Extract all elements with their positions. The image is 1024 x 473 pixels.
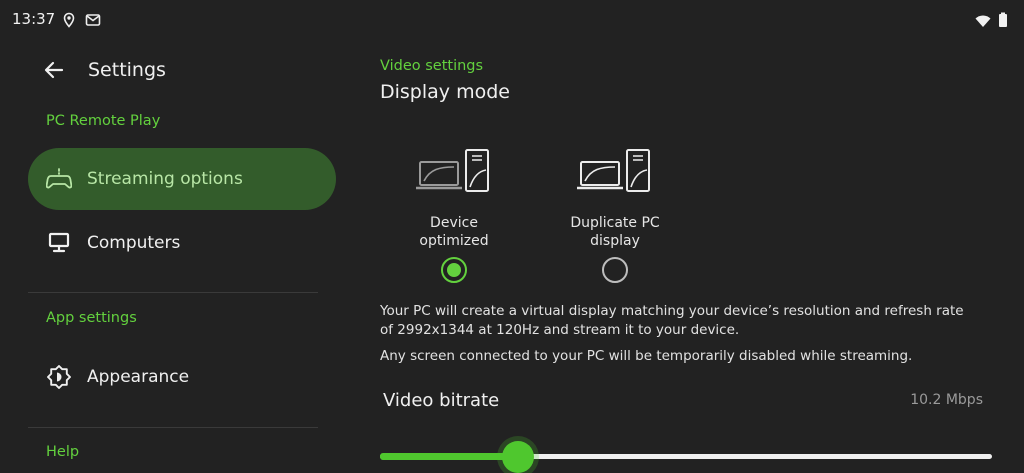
display-mode-heading: Display mode (380, 81, 510, 103)
mode-description: Your PC will create a virtual display ma… (380, 303, 964, 338)
mode-warning: Any screen connected to your PC will be … (380, 348, 913, 364)
slider-fill (380, 453, 518, 460)
radio-duplicate-pc-display[interactable] (602, 257, 628, 283)
video-bitrate-label: Video bitrate (383, 390, 500, 411)
radio-device-optimized[interactable] (441, 257, 467, 283)
wifi-icon (975, 15, 991, 27)
mode-caption-line: Duplicate PC (570, 215, 660, 231)
nav-title: Settings (88, 59, 166, 81)
settings-nav: Settings PC Remote Play Streaming option… (0, 40, 345, 473)
section-overline: Video settings (380, 58, 484, 74)
nav-divider (28, 292, 318, 293)
section-label-app-settings: App settings (46, 310, 137, 326)
back-arrow-icon[interactable] (42, 58, 66, 82)
section-label-pc-remote-play: PC Remote Play (46, 113, 161, 129)
nav-item-label: Appearance (87, 367, 190, 387)
screen: 13:37 Settings PC Remote Play Streaming … (0, 0, 1024, 473)
gamepad-icon (46, 168, 72, 189)
gmail-icon (85, 14, 101, 26)
nav-item-appearance[interactable]: Appearance (28, 346, 336, 408)
video-bitrate-value: 10.2 Mbps (910, 392, 983, 408)
mode-option-caption: Duplicate PC display (547, 214, 683, 250)
mode-caption-line: optimized (419, 233, 489, 249)
nav-header: Settings (42, 56, 166, 84)
status-time: 13:37 (12, 10, 56, 28)
location-icon (63, 12, 75, 28)
nav-item-computers[interactable]: Computers (28, 212, 336, 274)
nav-item-label: Computers (87, 233, 181, 253)
nav-divider (28, 427, 318, 428)
device-optimized-illustration-icon (416, 149, 489, 192)
brightness-icon (47, 365, 71, 389)
slider-thumb[interactable] (501, 441, 534, 473)
duplicate-display-illustration-icon (577, 149, 650, 192)
battery-icon (999, 12, 1007, 27)
mode-caption-line: display (590, 233, 640, 249)
video-bitrate-slider[interactable] (380, 441, 992, 473)
monitor-icon (48, 232, 70, 253)
section-label-help: Help (46, 444, 80, 460)
nav-item-streaming-options[interactable]: Streaming options (28, 148, 336, 210)
nav-item-label: Streaming options (87, 169, 243, 189)
mode-caption-line: Device (430, 215, 478, 231)
status-bar: 13:37 (0, 0, 1024, 40)
video-settings-panel: Video settings Display mode Device optim… (345, 40, 1024, 473)
mode-option-caption: Device optimized (386, 214, 522, 250)
